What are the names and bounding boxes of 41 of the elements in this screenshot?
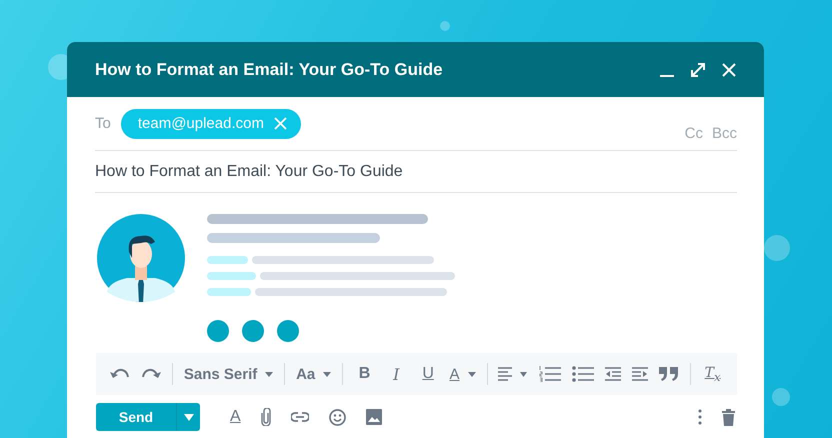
caret-icon	[265, 372, 274, 376]
italic-button[interactable]: I	[386, 364, 407, 384]
link-icon[interactable]	[290, 412, 309, 422]
smiley-icon[interactable]	[328, 408, 346, 426]
caret-icon	[468, 372, 476, 376]
numbered-list-icon[interactable]	[539, 366, 562, 382]
undo-icon[interactable]	[110, 367, 130, 381]
paperclip-icon[interactable]	[260, 408, 271, 426]
to-label: To	[95, 115, 111, 132]
clear-formatting-button[interactable]: T$_{x}$	[702, 364, 723, 384]
formatting-options-button[interactable]: A	[230, 408, 241, 426]
trash-icon[interactable]	[722, 408, 735, 426]
font-size-dropdown[interactable]: Aa	[296, 366, 332, 382]
caret-icon	[323, 372, 332, 376]
background-circle	[772, 388, 790, 406]
dot-icon	[242, 320, 264, 342]
dot-icon	[207, 320, 229, 342]
subject-field[interactable]: How to Format an Email: Your Go-To Guide	[95, 151, 737, 193]
dot-icon	[277, 320, 299, 342]
send-button[interactable]: Send	[96, 403, 176, 431]
align-icon[interactable]	[498, 367, 528, 381]
bulleted-list-icon[interactable]	[572, 366, 594, 382]
cc-link[interactable]: Cc	[684, 125, 703, 142]
outdent-icon[interactable]	[605, 367, 622, 381]
window-title: How to Format an Email: Your Go-To Guide	[95, 60, 444, 80]
background-circle	[764, 235, 790, 261]
quote-icon[interactable]	[659, 367, 680, 381]
image-icon[interactable]	[366, 409, 382, 425]
redo-icon[interactable]	[141, 367, 161, 381]
caret-icon	[184, 414, 194, 420]
font-dropdown[interactable]: Sans Serif	[184, 366, 274, 382]
close-icon[interactable]	[720, 60, 738, 78]
bold-button[interactable]: B	[354, 365, 375, 383]
indent-icon[interactable]	[632, 367, 648, 381]
background-circle	[440, 21, 450, 31]
bcc-link[interactable]: Bcc	[712, 125, 737, 142]
text-color-dropdown[interactable]: A	[449, 366, 476, 382]
underline-button[interactable]: U	[418, 365, 438, 383]
more-options-icon[interactable]	[698, 409, 702, 425]
send-options-button[interactable]	[176, 403, 200, 431]
expand-icon[interactable]	[689, 60, 707, 78]
